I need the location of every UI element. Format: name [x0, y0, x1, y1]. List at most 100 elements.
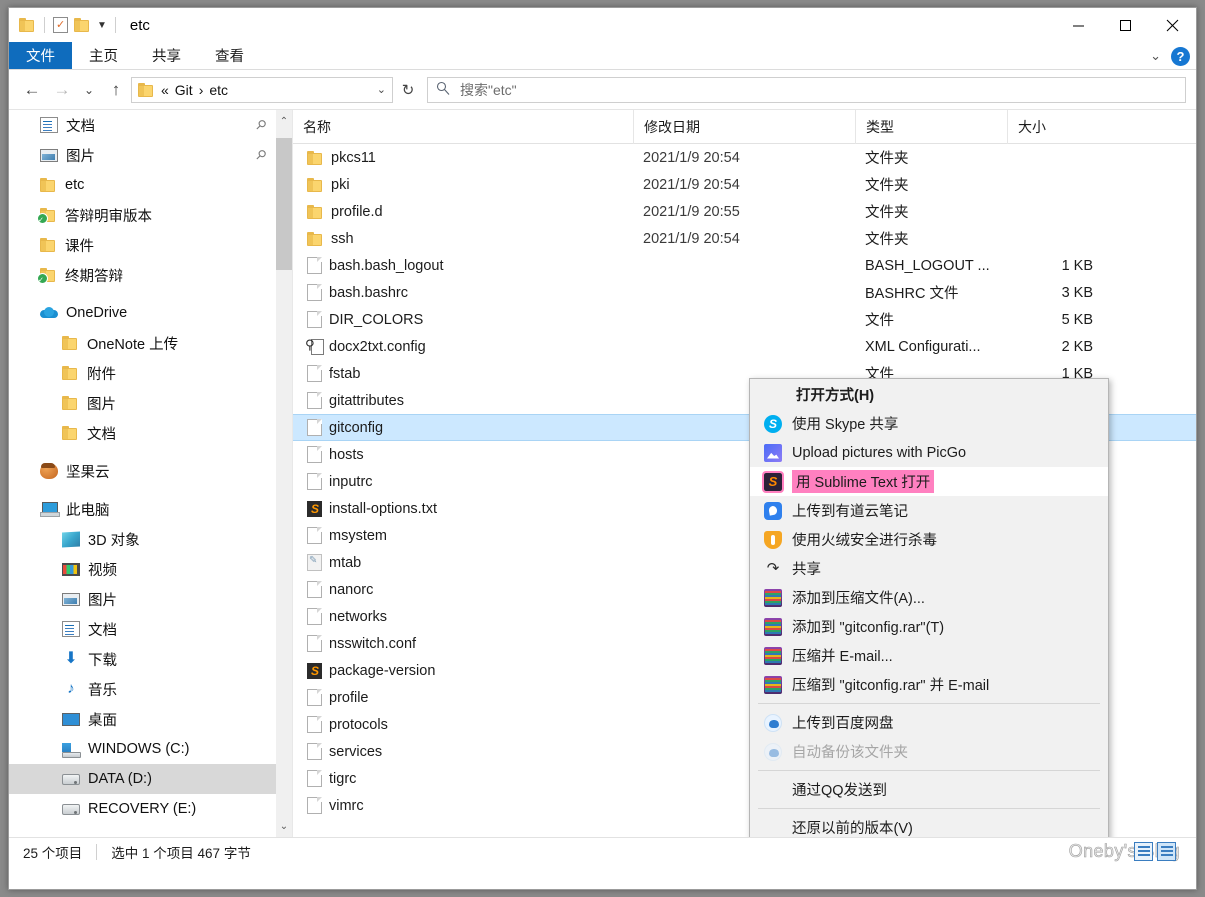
menu-item[interactable]: 使用火绒安全进行杀毒 — [750, 525, 1108, 554]
file-name-cell[interactable]: pki — [293, 177, 633, 193]
scroll-up-icon[interactable]: ⌃ — [276, 112, 292, 130]
menu-item[interactable]: 自动备份该文件夹 — [750, 737, 1108, 766]
column-header-size[interactable]: 大小 — [1007, 110, 1111, 144]
file-name-cell[interactable]: package-version — [293, 662, 633, 679]
column-header-type[interactable]: 类型 — [855, 110, 1007, 144]
sidebar-item-终期答辩[interactable]: 终期答辩 — [9, 260, 292, 290]
pin-icon[interactable]: ⚲ — [252, 146, 270, 164]
chevron-down-icon[interactable]: ⌄ — [1150, 48, 1161, 64]
table-row[interactable]: profile.d 2021/1/9 20:55 文件夹 — [293, 198, 1196, 225]
pin-icon[interactable]: ⚲ — [252, 116, 270, 134]
scroll-down-icon[interactable]: ⌄ — [276, 817, 292, 835]
large-icons-view-icon[interactable] — [1157, 842, 1176, 861]
menu-item[interactable]: Upload pictures with PicGo — [750, 438, 1108, 467]
sidebar-item-视频[interactable]: 视频 — [9, 554, 292, 584]
sidebar-item-文档[interactable]: 文档 ⚲ — [9, 110, 292, 140]
maximize-button[interactable] — [1102, 8, 1149, 42]
file-name-cell[interactable]: protocols — [293, 716, 633, 733]
file-name-cell[interactable]: bash.bashrc — [293, 284, 633, 301]
details-view-icon[interactable] — [1134, 842, 1153, 861]
sidebar-item-答辩明审版本[interactable]: 答辩明审版本 — [9, 200, 292, 230]
help-button[interactable]: ? — [1171, 46, 1190, 66]
menu-item[interactable]: ↷ 共享 — [750, 554, 1108, 583]
minimize-button[interactable] — [1055, 8, 1102, 42]
search-input[interactable]: 搜索"etc" — [427, 76, 1186, 103]
sidebar-item-onenote-上传[interactable]: OneNote 上传 — [9, 328, 292, 358]
folder-icon[interactable] — [19, 18, 36, 32]
file-name-cell[interactable]: profile — [293, 689, 633, 706]
recent-locations-button[interactable]: ⌄ — [77, 75, 101, 105]
file-name-cell[interactable]: inputrc — [293, 473, 633, 490]
file-name-cell[interactable]: nanorc — [293, 581, 633, 598]
sidebar-item-windows--c--[interactable]: WINDOWS (C:) — [9, 734, 292, 764]
sidebar-item-recovery--e--[interactable]: RECOVERY (E:) — [9, 794, 292, 824]
tab-view[interactable]: 查看 — [198, 42, 261, 69]
sidebar-item-桌面[interactable]: 桌面 — [9, 704, 292, 734]
tab-share[interactable]: 共享 — [135, 42, 198, 69]
file-name-cell[interactable]: mtab — [293, 554, 633, 571]
menu-item[interactable]: 还原以前的版本(V) — [750, 813, 1108, 837]
table-row[interactable]: docx2txt.config XML Configurati... 2 KB — [293, 333, 1196, 360]
table-row[interactable]: ssh 2021/1/9 20:54 文件夹 — [293, 225, 1196, 252]
file-name-cell[interactable]: gitattributes — [293, 392, 633, 409]
tab-home[interactable]: 主页 — [72, 42, 135, 69]
new-folder-icon[interactable] — [74, 18, 91, 32]
table-row[interactable]: DIR_COLORS 文件 5 KB — [293, 306, 1196, 333]
file-name-cell[interactable]: tigrc — [293, 770, 633, 787]
close-button[interactable] — [1149, 8, 1196, 42]
sidebar-item-data--d--[interactable]: DATA (D:) — [9, 764, 292, 794]
back-button[interactable]: ← — [17, 75, 47, 105]
file-name-cell[interactable]: hosts — [293, 446, 633, 463]
chevron-down-icon[interactable]: ⌄ — [377, 83, 386, 96]
table-row[interactable]: pkcs11 2021/1/9 20:54 文件夹 — [293, 144, 1196, 171]
menu-item[interactable]: S 使用 Skype 共享 — [750, 409, 1108, 438]
file-name-cell[interactable]: profile.d — [293, 204, 633, 220]
file-name-cell[interactable]: pkcs11 — [293, 150, 633, 166]
sidebar-item-图片[interactable]: 图片 — [9, 388, 292, 418]
sidebar-item-onedrive[interactable]: OneDrive — [9, 298, 292, 328]
menu-item[interactable]: 添加到压缩文件(A)... — [750, 583, 1108, 612]
menu-item[interactable]: 上传到百度网盘 — [750, 708, 1108, 737]
sidebar-item-文档[interactable]: 文档 — [9, 418, 292, 448]
menu-item[interactable]: 用 Sublime Text 打开 — [750, 467, 1108, 496]
menu-item[interactable]: 添加到 "gitconfig.rar"(T) — [750, 612, 1108, 641]
sidebar-item-图片[interactable]: 图片 — [9, 584, 292, 614]
scrollbar-thumb[interactable] — [276, 138, 292, 270]
menu-item[interactable]: 压缩到 "gitconfig.rar" 并 E-mail — [750, 670, 1108, 699]
refresh-button[interactable]: ↻ — [393, 75, 423, 105]
file-name-cell[interactable]: msystem — [293, 527, 633, 544]
forward-button[interactable]: → — [47, 75, 77, 105]
properties-icon[interactable]: ✓ — [53, 17, 68, 33]
file-name-cell[interactable]: services — [293, 743, 633, 760]
file-name-cell[interactable]: nsswitch.conf — [293, 635, 633, 652]
file-name-cell[interactable]: docx2txt.config — [293, 338, 633, 355]
sidebar-scrollbar[interactable]: ⌃ ⌄ — [276, 110, 292, 837]
file-name-cell[interactable]: bash.bash_logout — [293, 257, 633, 274]
file-name-cell[interactable]: install-options.txt — [293, 500, 633, 517]
sidebar-item-下载[interactable]: ⬇ 下载 — [9, 644, 292, 674]
up-button[interactable]: ↑ — [101, 75, 131, 105]
table-row[interactable]: pki 2021/1/9 20:54 文件夹 — [293, 171, 1196, 198]
chevron-down-icon[interactable]: ▼ — [97, 20, 107, 31]
table-row[interactable]: bash.bashrc BASHRC 文件 3 KB — [293, 279, 1196, 306]
tab-file[interactable]: 文件 — [9, 42, 72, 69]
file-name-cell[interactable]: DIR_COLORS — [293, 311, 633, 328]
menu-item[interactable]: 通过QQ发送到 — [750, 775, 1108, 804]
breadcrumb[interactable]: « Git › etc ⌄ — [131, 76, 393, 103]
menu-item[interactable]: 上传到有道云笔记 — [750, 496, 1108, 525]
file-name-cell[interactable]: networks — [293, 608, 633, 625]
file-name-cell[interactable]: gitconfig — [293, 419, 633, 436]
sidebar-item-文档[interactable]: 文档 — [9, 614, 292, 644]
sidebar-item-音乐[interactable]: ♪ 音乐 — [9, 674, 292, 704]
sidebar-item-图片[interactable]: 图片 ⚲ — [9, 140, 292, 170]
breadcrumb-item-etc[interactable]: etc — [209, 82, 228, 98]
column-header-date[interactable]: 修改日期 — [633, 110, 855, 144]
breadcrumb-item-git[interactable]: Git — [175, 82, 193, 98]
column-header-name[interactable]: 名称 ⌃ — [293, 110, 633, 144]
file-name-cell[interactable]: vimrc — [293, 797, 633, 814]
sidebar-item-etc[interactable]: etc — [9, 170, 292, 200]
sidebar-item-此电脑[interactable]: 此电脑 — [9, 494, 292, 524]
menu-item[interactable]: 压缩并 E-mail... — [750, 641, 1108, 670]
sidebar-item-坚果云[interactable]: 坚果云 — [9, 456, 292, 486]
sidebar-item-3d-对象[interactable]: 3D 对象 — [9, 524, 292, 554]
